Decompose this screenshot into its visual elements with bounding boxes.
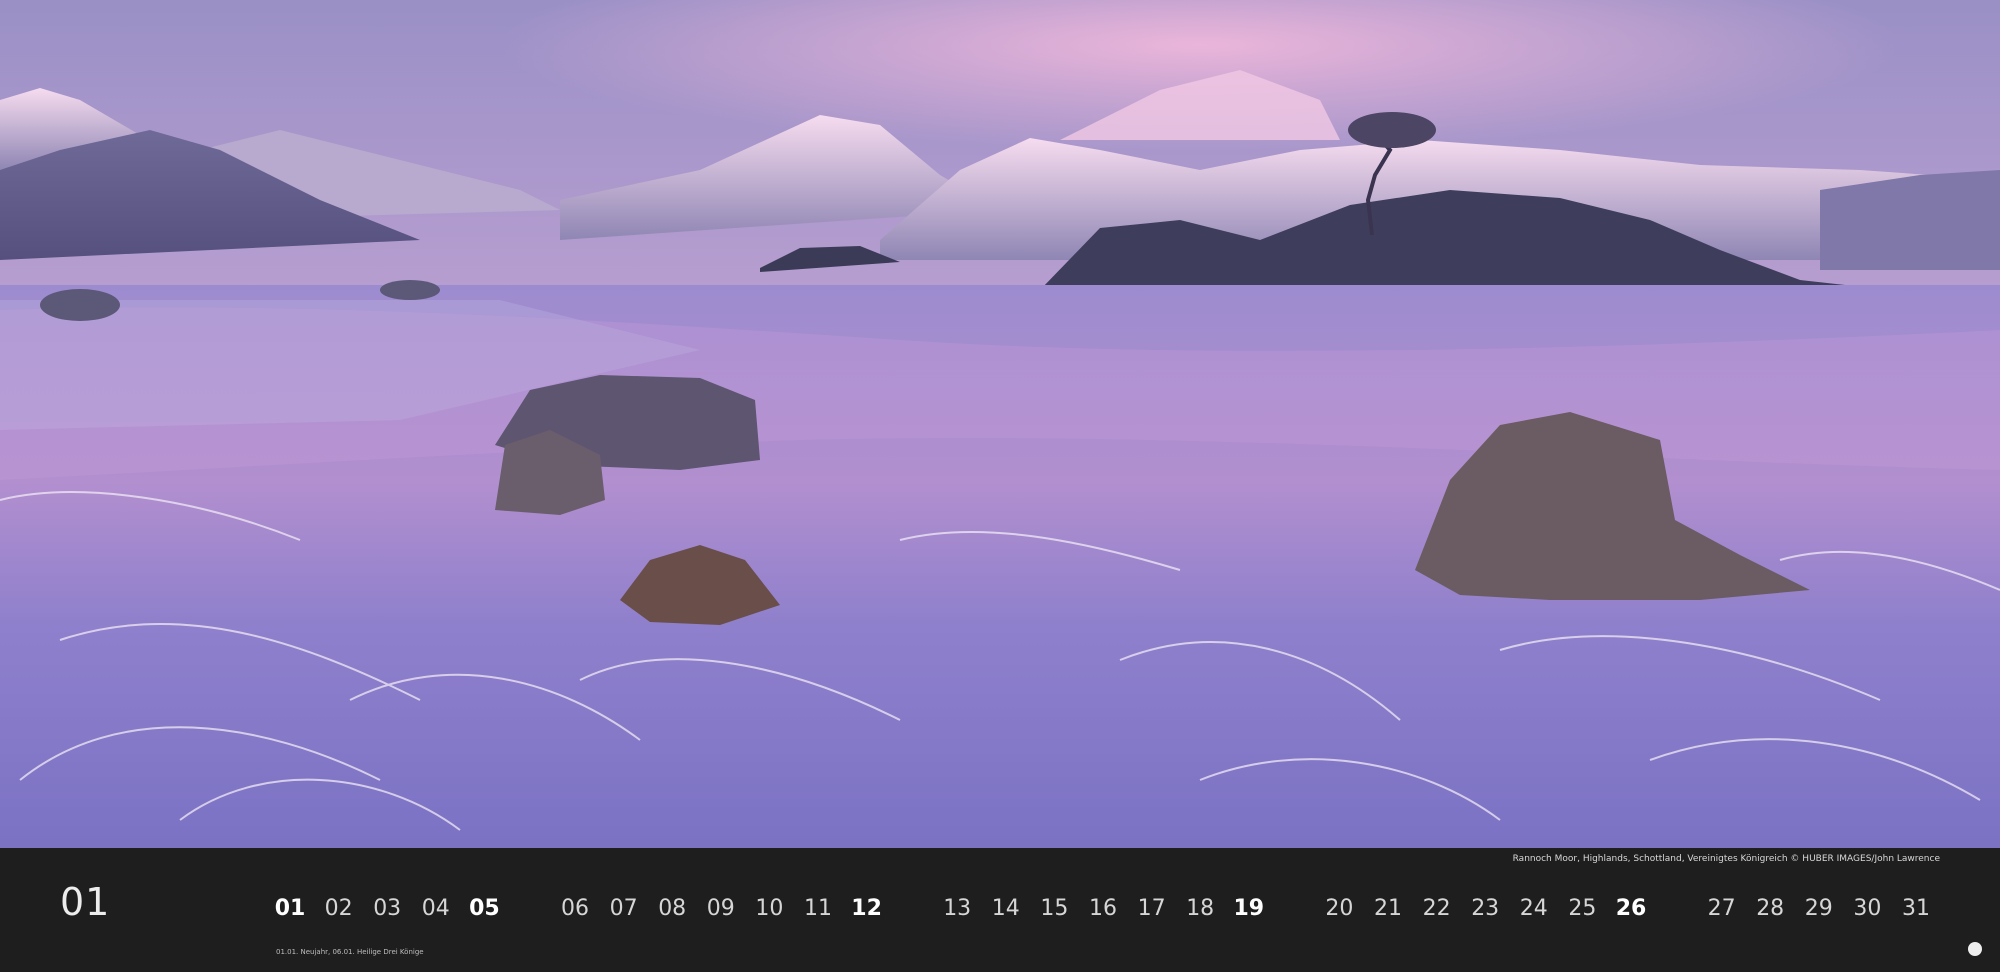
day-31: 31 bbox=[1902, 896, 1930, 921]
landscape-photo bbox=[0, 0, 2000, 848]
month-number: 01 bbox=[60, 880, 111, 924]
day-02: 02 bbox=[324, 896, 353, 921]
page-marker-dot bbox=[1968, 942, 1982, 956]
day-16: 16 bbox=[1089, 896, 1117, 921]
photo-credit: Rannoch Moor, Highlands, Schottland, Ver… bbox=[1512, 854, 1940, 864]
day-15: 15 bbox=[1040, 896, 1069, 921]
day-28: 28 bbox=[1756, 896, 1785, 921]
day-25: 25 bbox=[1568, 896, 1597, 921]
day-01: 01 bbox=[274, 896, 306, 921]
day-22: 22 bbox=[1422, 896, 1451, 921]
day-09: 09 bbox=[706, 896, 735, 921]
day-12: 12 bbox=[851, 896, 882, 921]
calendar-strip: 01 Rannoch Moor, Highlands, Schottland, … bbox=[0, 848, 2000, 972]
day-23: 23 bbox=[1471, 896, 1500, 921]
day-08: 08 bbox=[658, 896, 687, 921]
holiday-note: 01.01. Neujahr, 06.01. Heilige Drei Köni… bbox=[276, 948, 424, 956]
day-27: 27 bbox=[1707, 896, 1736, 921]
calendar-page: 01 Rannoch Moor, Highlands, Schottland, … bbox=[0, 0, 2000, 972]
day-29: 29 bbox=[1804, 896, 1833, 921]
day-04: 04 bbox=[421, 896, 450, 921]
day-24: 24 bbox=[1519, 896, 1548, 921]
day-11: 11 bbox=[804, 896, 832, 921]
day-03: 03 bbox=[373, 896, 402, 921]
day-06: 06 bbox=[561, 896, 589, 921]
day-18: 18 bbox=[1186, 896, 1215, 921]
day-17: 17 bbox=[1137, 896, 1166, 921]
day-14: 14 bbox=[991, 896, 1020, 921]
day-10: 10 bbox=[755, 896, 784, 921]
day-07: 07 bbox=[609, 896, 638, 921]
day-20: 20 bbox=[1325, 896, 1354, 921]
day-19: 19 bbox=[1233, 896, 1265, 921]
day-05: 05 bbox=[469, 896, 500, 921]
day-30: 30 bbox=[1853, 896, 1882, 921]
day-13: 13 bbox=[943, 896, 972, 921]
rannoch-moor-image bbox=[0, 0, 2000, 848]
day-26: 26 bbox=[1615, 896, 1647, 921]
day-21: 21 bbox=[1374, 896, 1402, 921]
